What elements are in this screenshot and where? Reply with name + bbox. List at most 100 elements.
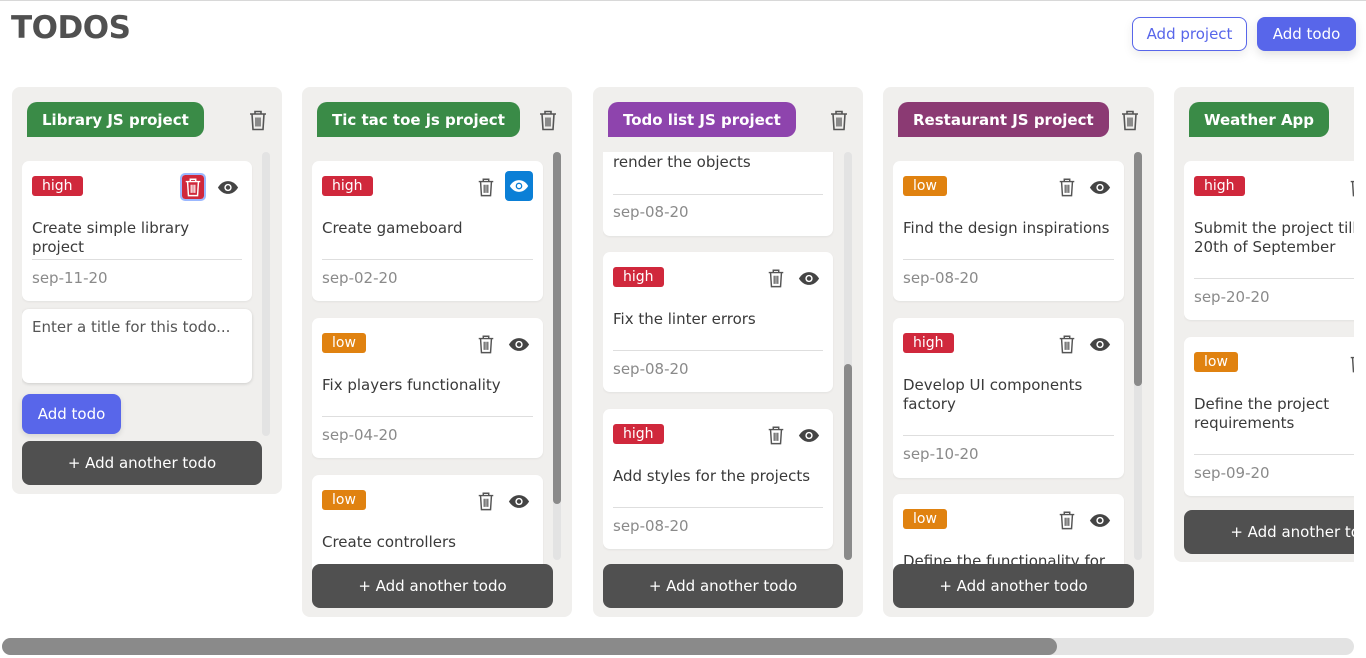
divider (32, 259, 242, 260)
divider (903, 435, 1114, 436)
todo-date: sep-02-20 (322, 269, 398, 287)
page-title: TODOS (11, 10, 131, 46)
todo-title: Define the project requirements (1194, 395, 1330, 432)
todo-title: Develop UI components factory (903, 376, 1083, 413)
todo-date: sep-09-20 (1194, 464, 1270, 482)
add-another-todo-button[interactable]: + Add another todo (1184, 510, 1354, 554)
divider (613, 194, 823, 195)
scrollbar-thumb[interactable] (844, 364, 852, 560)
add-another-todo-button[interactable]: + Add another todo (312, 564, 553, 608)
divider (1194, 278, 1354, 279)
project-title: Todo list JS project (608, 102, 796, 137)
priority-badge: low (322, 490, 366, 510)
project-column: Library JS project high Create simple li… (12, 87, 282, 494)
trash-icon[interactable] (1056, 332, 1078, 356)
todo-card[interactable]: low Create controllers (312, 475, 543, 569)
eye-icon[interactable] (214, 175, 242, 199)
vertical-scrollbar[interactable] (844, 152, 852, 560)
scrollbar-thumb[interactable] (553, 152, 561, 504)
trash-icon[interactable] (1056, 175, 1078, 199)
project-column: Todo list JS project render the objects … (593, 87, 863, 617)
todo-title: Create gameboard (322, 219, 463, 237)
todo-title: Create simple library project (32, 219, 190, 256)
eye-icon[interactable] (1086, 332, 1114, 356)
project-column: Tic tac toe js project high Create gameb… (302, 87, 572, 617)
todo-date: sep-20-20 (1194, 288, 1270, 306)
todo-card[interactable]: render the objects sep-08-20 (603, 152, 833, 236)
eye-icon[interactable] (505, 489, 533, 513)
trash-icon[interactable] (475, 489, 497, 513)
todo-title: Create controllers (322, 533, 456, 551)
priority-badge: low (1194, 352, 1238, 372)
todo-card[interactable]: low Fix players functionality sep-04-20 (312, 318, 543, 458)
scrollbar-thumb[interactable] (2, 638, 1057, 655)
project-column: Restaurant JS project low Find the desig… (883, 87, 1154, 617)
todo-card[interactable]: high Develop UI components factory sep-1… (893, 318, 1124, 478)
todo-card[interactable]: low Find the design inspirations sep-08-… (893, 161, 1124, 301)
todo-card[interactable]: high Add styles for the projects sep-08-… (603, 409, 833, 549)
todo-date: sep-08-20 (613, 360, 689, 378)
trash-icon[interactable] (1347, 351, 1354, 375)
eye-icon[interactable] (505, 332, 533, 356)
add-another-todo-button[interactable]: + Add another todo (893, 564, 1134, 608)
divider (613, 350, 823, 351)
todo-date: sep-04-20 (322, 426, 398, 444)
priority-badge: low (903, 176, 947, 196)
horizontal-scrollbar[interactable] (2, 638, 1354, 655)
todo-date: sep-10-20 (903, 445, 979, 463)
trash-icon[interactable] (537, 108, 559, 132)
todo-card[interactable]: low Define the project requirements sep-… (1184, 337, 1354, 496)
todo-date: sep-11-20 (32, 269, 108, 287)
add-project-button[interactable]: Add project (1132, 17, 1247, 51)
add-another-todo-button[interactable]: + Add another todo (603, 564, 843, 608)
todo-date: sep-08-20 (613, 517, 689, 535)
add-another-todo-button[interactable]: + Add another todo (22, 441, 262, 485)
eye-icon[interactable] (505, 171, 533, 201)
eye-icon[interactable] (795, 266, 823, 290)
priority-badge: high (903, 333, 954, 353)
vertical-scrollbar[interactable] (262, 152, 270, 436)
trash-icon[interactable] (475, 332, 497, 356)
divider (613, 507, 823, 508)
add-todo-button[interactable]: Add todo (22, 394, 121, 434)
trash-icon[interactable] (765, 266, 787, 290)
vertical-scrollbar[interactable] (1134, 152, 1142, 560)
todo-card[interactable]: high Create simple library project sep-1… (22, 161, 252, 301)
trash-icon[interactable] (247, 108, 269, 132)
eye-icon[interactable] (1086, 175, 1114, 199)
todo-card[interactable]: high Create gameboard sep-02-20 (312, 161, 543, 301)
project-title: Weather App (1189, 102, 1330, 137)
eye-icon[interactable] (1086, 508, 1114, 532)
trash-icon[interactable] (1119, 108, 1141, 132)
divider (903, 259, 1114, 260)
todo-title: Find the design inspirations (903, 219, 1110, 237)
todo-title: Fix the linter errors (613, 310, 756, 328)
trash-icon[interactable] (1347, 175, 1354, 199)
priority-badge: high (1194, 176, 1245, 196)
todo-card[interactable]: high Fix the linter errors sep-08-20 (603, 252, 833, 392)
priority-badge: high (613, 424, 664, 444)
todo-date: sep-08-20 (903, 269, 979, 287)
project-board: Library JS project high Create simple li… (0, 0, 1354, 658)
trash-icon[interactable] (475, 175, 497, 199)
add-todo-button[interactable]: Add todo (1257, 17, 1356, 51)
trash-icon[interactable] (828, 108, 850, 132)
todo-card[interactable]: low Define the functionality for (893, 494, 1124, 569)
priority-badge: low (903, 509, 947, 529)
todo-title: Fix players functionality (322, 376, 501, 394)
todo-title-input[interactable]: Enter a title for this todo... (22, 309, 252, 383)
todo-card[interactable]: high Submit the project till the 20th of… (1184, 161, 1354, 320)
divider (322, 259, 533, 260)
scrollbar-thumb[interactable] (1134, 152, 1142, 386)
priority-badge: high (322, 176, 373, 196)
todo-title: Add styles for the projects (613, 467, 811, 485)
vertical-scrollbar[interactable] (553, 152, 561, 560)
trash-icon[interactable] (180, 173, 206, 201)
project-column: Weather App high Submit the project till… (1174, 87, 1354, 562)
todo-date: sep-08-20 (613, 203, 689, 221)
priority-badge: high (613, 267, 664, 287)
priority-badge: high (32, 176, 83, 196)
trash-icon[interactable] (765, 423, 787, 447)
eye-icon[interactable] (795, 423, 823, 447)
trash-icon[interactable] (1056, 508, 1078, 532)
